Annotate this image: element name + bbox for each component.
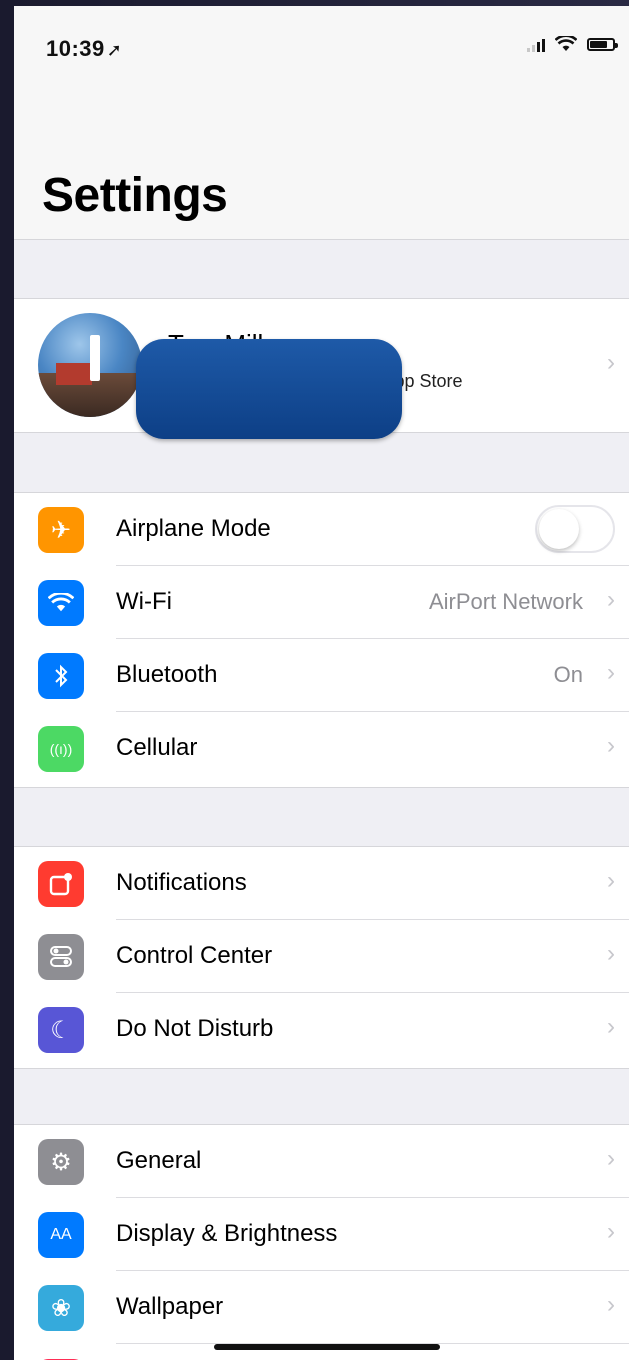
row-label: Bluetooth xyxy=(116,661,218,688)
connectivity-group: ✈ Airplane Mode Wi-Fi AirPort Network › … xyxy=(14,492,629,788)
general-row[interactable]: ⚙ General › xyxy=(14,1125,629,1198)
wifi-icon xyxy=(38,580,84,626)
display-brightness-icon: AA xyxy=(38,1212,84,1258)
airplane-mode-row[interactable]: ✈ Airplane Mode xyxy=(14,493,629,566)
wifi-row[interactable]: Wi-Fi AirPort Network › xyxy=(14,566,629,639)
airplane-mode-toggle[interactable] xyxy=(535,505,615,553)
row-label: Cellular xyxy=(116,734,198,761)
do-not-disturb-row[interactable]: ☾ Do Not Disturb › xyxy=(14,993,629,1066)
chevron-right-icon: › xyxy=(607,1145,615,1172)
notifications-row[interactable]: Notifications › xyxy=(14,847,629,920)
bluetooth-icon xyxy=(38,653,84,699)
chevron-right-icon: › xyxy=(607,1291,615,1318)
control-center-icon xyxy=(38,934,84,980)
cellular-icon: ((ı)) xyxy=(38,726,84,772)
row-label: Airplane Mode xyxy=(116,515,271,542)
alerts-group: Notifications › Control Center › ☾ Do No… xyxy=(14,846,629,1069)
wifi-status-icon xyxy=(555,36,577,51)
row-label: Control Center xyxy=(116,942,273,969)
wallpaper-icon: ❀ xyxy=(38,1285,84,1331)
location-arrow-icon: ➚ xyxy=(106,40,123,60)
bluetooth-row[interactable]: Bluetooth On › xyxy=(14,639,629,712)
cellular-row[interactable]: ((ı)) Cellular › xyxy=(14,712,629,785)
chevron-right-icon: › xyxy=(607,732,615,759)
status-icons xyxy=(527,36,618,52)
display-brightness-row[interactable]: AA Display & Brightness › xyxy=(14,1198,629,1271)
row-value: AirPort Network xyxy=(428,589,583,614)
row-value: On xyxy=(553,662,583,687)
wallpaper-row[interactable]: ❀ Wallpaper › xyxy=(14,1271,629,1344)
navigation-header: Settings xyxy=(14,96,629,240)
row-label: Wallpaper xyxy=(116,1293,224,1320)
cellular-signal-icon xyxy=(527,36,545,52)
row-label: Wi-Fi xyxy=(116,588,172,615)
apple-id-row[interactable]: Tom Miller Apple ID, iCloud, iTunes & Ap… xyxy=(14,298,629,439)
notifications-icon xyxy=(38,861,84,907)
chevron-right-icon: › xyxy=(607,349,615,376)
home-indicator[interactable] xyxy=(214,1344,440,1350)
status-time: 10:39 ➚ xyxy=(46,36,122,62)
moon-icon: ☾ xyxy=(38,1007,84,1053)
chevron-right-icon: › xyxy=(607,1013,615,1040)
gear-icon: ⚙ xyxy=(38,1139,84,1185)
airplane-icon: ✈ xyxy=(38,507,84,553)
profile-chevron-wrap: › xyxy=(14,329,629,402)
chevron-right-icon: › xyxy=(607,1218,615,1245)
chevron-right-icon: › xyxy=(607,940,615,967)
time-text: 10:39 xyxy=(46,36,105,61)
settings-screen: 10:39➚ Settings Tom Miller Apple ID, iCl… xyxy=(14,6,629,1360)
chevron-right-icon: › xyxy=(607,659,615,686)
system-group: ⚙ General › AA Display & Brightness › ❀ … xyxy=(14,1124,629,1360)
status-bar: 10:39 ➚ xyxy=(14,6,629,96)
control-center-row[interactable]: Control Center › xyxy=(14,920,629,993)
chevron-right-icon: › xyxy=(607,867,615,894)
row-label: Notifications xyxy=(116,869,247,896)
row-label: General xyxy=(116,1147,202,1174)
row-label: Do Not Disturb xyxy=(116,1015,274,1042)
page-title: Settings xyxy=(42,169,228,222)
chevron-right-icon: › xyxy=(607,586,615,613)
battery-icon xyxy=(587,37,618,51)
row-label: Display & Brightness xyxy=(116,1220,338,1247)
